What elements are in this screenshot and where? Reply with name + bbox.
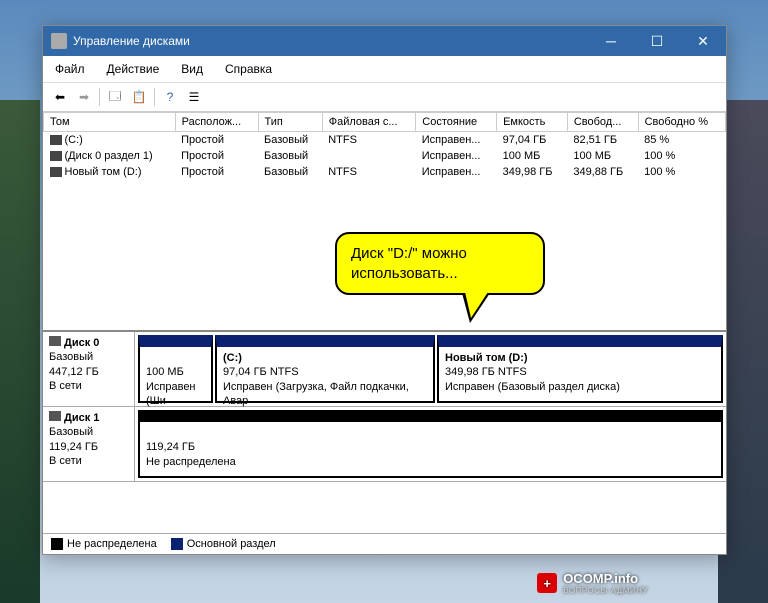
disk-graphical-view: Диск 0 Базовый 447,12 ГБ В сети 100 МБ И… [43,332,726,533]
volume-icon [50,167,62,177]
menubar: Файл Действие Вид Справка [43,56,726,83]
app-icon [51,33,67,49]
partition-disk1-unallocated[interactable]: 119,24 ГБ Не распределена [138,410,723,478]
table-row[interactable]: Новый том (D:) Простой Базовый NTFS Испр… [44,164,726,180]
watermark-sub: ВОПРОСЫ АДМИНУ [563,586,648,595]
partition-disk0-c[interactable]: (C:) 97,04 ГБ NTFS Исправен (Загрузка, Ф… [215,335,435,403]
partition-disk0-d[interactable]: Новый том (D:) 349,98 ГБ NTFS Исправен (… [437,335,723,403]
legend: Не распределена Основной раздел [43,533,726,554]
maximize-button[interactable]: ☐ [634,26,680,56]
watermark-icon: + [537,573,557,593]
titlebar[interactable]: Управление дисками ─ ☐ ✕ [43,26,726,56]
callout-text: Диск "D:/" можно использовать... [351,245,467,282]
volume-icon [50,135,62,145]
minimize-button[interactable]: ─ [588,26,634,56]
back-button[interactable]: ⬅ [49,86,71,108]
watermark: + OCOMP.info ВОПРОСЫ АДМИНУ [537,571,648,595]
disk-1-row[interactable]: Диск 1 Базовый 119,24 ГБ В сети 119,24 Г… [43,407,726,482]
watermark-name: OCOMP.info [563,571,638,586]
refresh-button[interactable]: 🗔 [104,86,126,108]
col-capacity[interactable]: Емкость [497,113,568,132]
window-title: Управление дисками [73,34,588,48]
table-row[interactable]: (Диск 0 раздел 1) Простой Базовый Исправ… [44,148,726,164]
col-fs[interactable]: Файловая с... [322,113,416,132]
volume-table[interactable]: Том Располож... Тип Файловая с... Состоя… [43,112,726,332]
col-free[interactable]: Свобод... [567,113,638,132]
table-row[interactable]: (C:) Простой Базовый NTFS Исправен... 97… [44,132,726,149]
col-layout[interactable]: Располож... [175,113,258,132]
disk-icon [49,336,61,346]
disk-icon [49,411,61,421]
legend-swatch-primary [171,538,183,550]
action-button[interactable]: ☰ [183,86,205,108]
disk-1-label: Диск 1 Базовый 119,24 ГБ В сети [43,407,135,481]
col-status[interactable]: Состояние [416,113,497,132]
menu-file[interactable]: Файл [51,60,89,78]
menu-view[interactable]: Вид [177,60,207,78]
help-button[interactable]: ? [159,86,181,108]
disk-0-row[interactable]: Диск 0 Базовый 447,12 ГБ В сети 100 МБ И… [43,332,726,407]
disk-0-label: Диск 0 Базовый 447,12 ГБ В сети [43,332,135,406]
toolbar: ⬅ ➡ 🗔 📋 ? ☰ [43,83,726,112]
partition-disk0-p1[interactable]: 100 МБ Исправен (Ши [138,335,213,403]
col-volume[interactable]: Том [44,113,176,132]
col-type[interactable]: Тип [258,113,322,132]
menu-action[interactable]: Действие [103,60,164,78]
forward-button[interactable]: ➡ [73,86,95,108]
menu-help[interactable]: Справка [221,60,276,78]
view-button[interactable]: 📋 [128,86,150,108]
legend-swatch-unallocated [51,538,63,550]
volume-icon [50,151,62,161]
annotation-callout: Диск "D:/" можно использовать... [335,232,545,295]
col-freepct[interactable]: Свободно % [638,113,725,132]
close-button[interactable]: ✕ [680,26,726,56]
